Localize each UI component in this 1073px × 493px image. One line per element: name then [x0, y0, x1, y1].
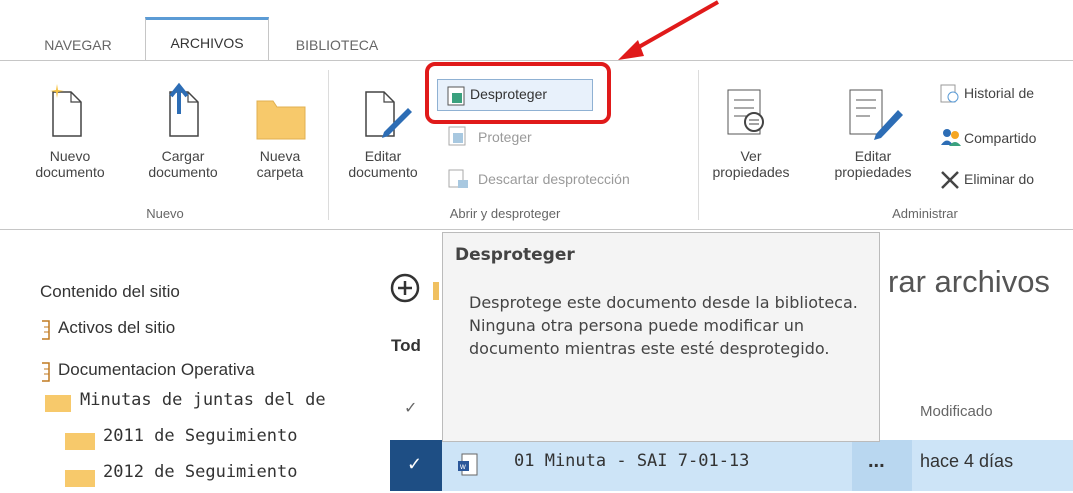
new-folder-icon — [255, 95, 307, 146]
nav-site-contents[interactable]: Contenido del sitio — [40, 282, 180, 302]
new-document-icon — [45, 82, 87, 145]
discard-checkout-icon — [448, 168, 470, 195]
history-icon — [940, 84, 960, 109]
folder-icon — [64, 431, 96, 456]
tooltip-body: Desprotege este documento desde la bibli… — [469, 293, 858, 358]
shared-with-icon — [940, 127, 962, 152]
edit-document-button[interactable]: Editar documento — [338, 148, 428, 180]
add-icon[interactable] — [389, 272, 421, 309]
tab-biblioteca[interactable]: BIBLIOTECA — [278, 30, 396, 60]
group-divider — [698, 70, 699, 220]
view-properties-icon — [726, 88, 770, 145]
label-fragment — [433, 282, 439, 300]
folder-icon — [64, 468, 96, 493]
tooltip-title: Desproteger — [455, 245, 575, 265]
edit-properties-icon — [848, 88, 908, 145]
view-filter-label[interactable]: Tod — [391, 336, 421, 356]
check-column-icon[interactable]: ✓ — [404, 398, 417, 418]
column-header-modified[interactable]: Modificado — [920, 403, 993, 420]
checkin-icon — [448, 126, 466, 151]
nav-item-activos[interactable]: Activos del sitio — [58, 318, 175, 338]
nav-item-2011[interactable]: 2011 de Seguimiento — [103, 426, 297, 446]
row-modified: hace 4 días — [920, 451, 1014, 471]
checkmark-icon: ✓ — [407, 454, 423, 474]
row-selected-check[interactable]: ✓ — [390, 440, 442, 491]
row-ellipsis-button[interactable]: ... — [852, 440, 912, 491]
upload-document-button[interactable]: Cargar documento — [138, 148, 228, 180]
nav-item-minutas[interactable]: Minutas de juntas del de — [80, 390, 326, 410]
row-file-name[interactable]: 01 Minuta - SAI 7-01-13 — [514, 451, 749, 471]
page-icon — [40, 320, 52, 345]
delete-document-button[interactable]: Eliminar do — [964, 168, 1034, 190]
edit-properties-button[interactable]: Editar propiedades — [823, 148, 923, 180]
new-folder-button[interactable]: Nueva carpeta — [245, 148, 315, 180]
group-divider — [328, 70, 329, 220]
view-properties-button[interactable]: Ver propiedades — [706, 148, 796, 180]
svg-text:w: w — [459, 462, 466, 471]
group-label-nuevo: Nuevo — [146, 206, 184, 221]
checkin-button[interactable]: Proteger — [478, 126, 532, 148]
version-history-button[interactable]: Historial de — [964, 82, 1034, 104]
page-icon — [40, 362, 52, 387]
arrow-icon — [600, 0, 730, 75]
page-title: rar archivos — [888, 264, 1050, 299]
word-document-icon: w — [457, 453, 479, 482]
tab-archivos[interactable]: ARCHIVOS — [145, 17, 269, 63]
ellipsis-label: ... — [868, 450, 885, 472]
nav-item-documentacion[interactable]: Documentacion Operativa — [58, 360, 255, 380]
delete-icon — [940, 170, 960, 195]
ribbon-tab-bar: NAVEGAR ARCHIVOS BIBLIOTECA — [0, 0, 1073, 63]
tooltip: Desproteger Desprotege este documento de… — [442, 232, 880, 442]
group-label-abrir: Abrir y desproteger — [449, 206, 561, 221]
shared-with-button[interactable]: Compartido — [964, 127, 1036, 149]
discard-checkout-button[interactable]: Descartar desprotección — [478, 168, 630, 190]
group-label-administrar: Administrar — [892, 206, 958, 221]
upload-document-icon — [162, 82, 204, 145]
folder-icon — [44, 393, 72, 418]
edit-document-icon — [358, 82, 414, 145]
nav-item-2012[interactable]: 2012 de Seguimiento — [103, 462, 297, 482]
highlight-callout — [425, 62, 611, 124]
new-document-button[interactable]: Nuevo documento — [20, 148, 120, 180]
tab-navegar[interactable]: NAVEGAR — [22, 30, 134, 60]
